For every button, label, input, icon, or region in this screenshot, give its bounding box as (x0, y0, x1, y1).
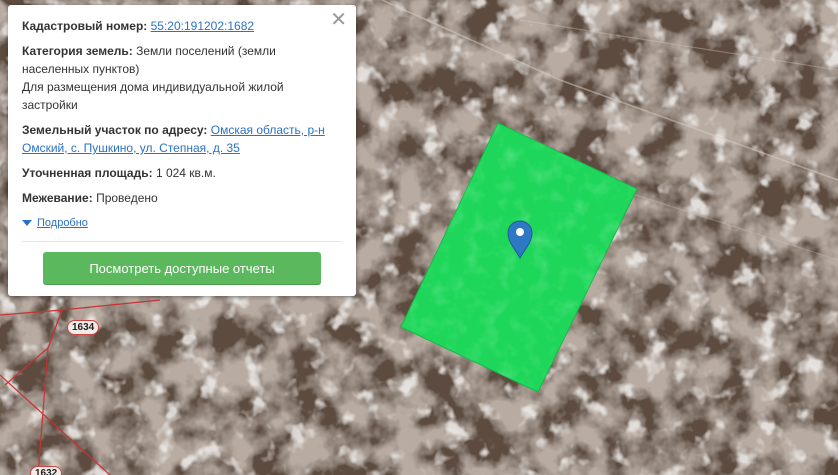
parcel-info-popup: ✕ Кадастровый номер: 55:20:191202:1682 К… (8, 5, 356, 296)
survey-row: Межевание: Проведено (22, 189, 342, 207)
divider (22, 241, 342, 242)
view-reports-button[interactable]: Посмотреть доступные отчеты (43, 252, 321, 285)
area-row: Уточненная площадь: 1 024 кв.м. (22, 164, 342, 182)
survey-value: Проведено (96, 191, 158, 205)
area-value: 1 024 кв.м. (155, 166, 216, 180)
caret-down-icon (22, 220, 32, 226)
cadastral-number-label: Кадастровый номер: (22, 19, 148, 33)
parcel-label-1634[interactable]: 1634 (67, 320, 100, 335)
land-category-row: Категория земель: Земли поселений (земли… (22, 42, 342, 114)
parcel-label-1632[interactable]: 1632 (30, 466, 63, 475)
address-row: Земельный участок по адресу: Омская обла… (22, 121, 342, 157)
details-toggle[interactable]: Подробно (22, 214, 342, 232)
cadastral-number-link[interactable]: 55:20:191202:1682 (151, 19, 254, 33)
close-icon[interactable]: ✕ (330, 10, 347, 30)
area-label: Уточненная площадь: (22, 166, 153, 180)
cadastral-number-row: Кадастровый номер: 55:20:191202:1682 (22, 17, 342, 35)
survey-label: Межевание: (22, 191, 93, 205)
details-link[interactable]: Подробно (37, 214, 88, 232)
land-category-label: Категория земель: (22, 44, 133, 58)
land-use-text: Для размещения дома индивидуальной жилой… (22, 80, 284, 112)
address-label: Земельный участок по адресу: (22, 123, 208, 137)
